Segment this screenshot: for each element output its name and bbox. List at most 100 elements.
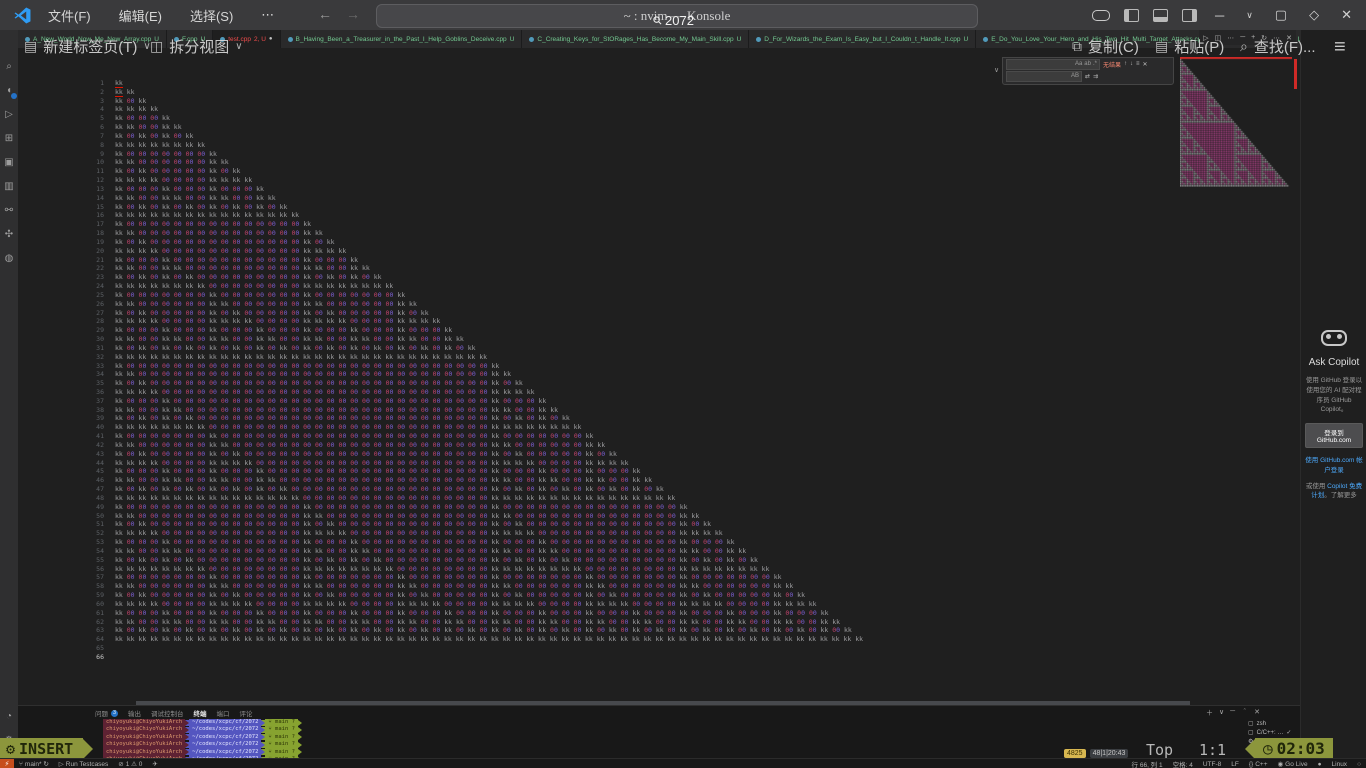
line-number: 34 <box>18 370 115 379</box>
statusbar-cursor-position[interactable]: 行 66, 列 1 <box>1127 759 1168 768</box>
statusbar-indentation[interactable]: 空格: 4 <box>1168 759 1198 768</box>
editor-tab-0[interactable]: A_New_World_Now_Me_New_Array.cppU <box>18 30 167 48</box>
copilot-signin-link[interactable]: 使用 GitHub.com 帐户登录 <box>1305 456 1363 476</box>
copilot-chat-icon[interactable]: ◖ <box>0 78 18 102</box>
code-line-58: 58kk kk 00 00 00 00 00 00 kk kk 00 00 00… <box>18 582 1300 591</box>
window-restore-button[interactable]: ▢ <box>1271 7 1291 23</box>
statusbar-text: main* ↻ <box>25 760 49 768</box>
statusbar-rocket[interactable]: ✈ <box>147 760 162 768</box>
editor-action-icon-4[interactable]: + <box>1251 34 1255 41</box>
terminal-list-item-0[interactable]: ▢zsh <box>1248 719 1294 728</box>
code-area[interactable]: 1kk2kk kk3kk 00 kk4kk kk kk kk5kk 00 00 … <box>18 79 1300 662</box>
remote-indicator[interactable]: ⚡ <box>0 759 14 768</box>
toggle-secondary-sidebar-icon[interactable] <box>1182 9 1197 22</box>
panel-action-icon-0[interactable]: ＋ <box>1206 708 1213 718</box>
run-debug-icon[interactable]: ▷ <box>0 102 18 126</box>
remote-explorer-icon[interactable]: ▣ <box>0 150 18 174</box>
editor-action-icon-2[interactable]: ⋯ <box>1227 34 1234 42</box>
editor-tab-5[interactable]: D_For_Wizards_the_Exam_Is_Easy_but_I_Cou… <box>749 30 976 48</box>
editor-action-icon-0[interactable]: ▷ <box>1203 34 1208 42</box>
panel-tab-终端[interactable]: 终端 <box>194 708 207 718</box>
editor-tab-3[interactable]: B_Having_Been_a_Treasurer_in_the_Past_I_… <box>281 30 523 48</box>
search-icon[interactable]: ⌕ <box>0 54 18 78</box>
find-in-selection-icon[interactable]: ≡ <box>1136 61 1140 67</box>
docker-icon[interactable]: ✣ <box>0 222 18 246</box>
editor-tab-6[interactable]: E_Do_You_Love_Your_Hero_and_His_Two_Hit_… <box>976 30 1221 48</box>
copilot-signin-button[interactable]: 登录到 GitHub.com <box>1305 423 1363 448</box>
nav-forward-button[interactable]: → <box>346 6 360 22</box>
panel-tab-评论[interactable]: 评论 <box>240 708 253 718</box>
panel-action-icon-4[interactable]: ✕ <box>1254 708 1260 718</box>
preserve-case-icon[interactable]: AB <box>1071 73 1079 79</box>
editor-action-icon-1[interactable]: ◫ <box>1215 34 1222 42</box>
window-close-button[interactable]: ✕ <box>1337 7 1356 23</box>
editor-action-icon-5[interactable]: ↻ <box>1261 34 1267 42</box>
statusbar-run-testcases[interactable]: ▷Run Testcases <box>54 760 114 768</box>
find-chevron-icon[interactable]: ∨ <box>994 66 999 74</box>
find-widget[interactable]: ∨ Aa ab .* 无结果 ↑ ↓ ≡ ✕ AB ⇄ ⇉ <box>1002 57 1174 85</box>
test-results-icon[interactable]: ▥ <box>0 174 18 198</box>
menu-item-3[interactable]: ⋯ <box>251 5 284 25</box>
code-line-16: 16kk kk kk kk kk kk kk kk kk kk kk kk kk… <box>18 211 1300 220</box>
panel-action-icon-3[interactable]: ＾ <box>1241 708 1248 718</box>
copilot-menu-icon[interactable] <box>1092 10 1110 21</box>
replace-input[interactable]: AB <box>1006 71 1082 82</box>
code-line-18: 18kk kk 00 00 00 00 00 00 00 00 00 00 00… <box>18 229 1300 238</box>
code-line-7: 7kk 00 kk 00 kk 00 kk <box>18 132 1300 141</box>
editor-tab-1[interactable]: F.cppU <box>167 30 213 48</box>
replace-all-icon[interactable]: ⇉ <box>1093 73 1098 80</box>
statusbar-encoding[interactable]: UTF-8 <box>1198 761 1226 768</box>
editor-action-icon-6[interactable]: ⋯ <box>1273 34 1280 42</box>
terminal-list-item-1[interactable]: ▢C/C++: …✓ <box>1248 728 1294 737</box>
panel-tab-端口[interactable]: 端口 <box>217 708 230 718</box>
statusbar-problems[interactable]: ⊘1 ⚠ 0 <box>113 760 147 768</box>
vscode-logo-icon <box>14 7 31 24</box>
statusbar-language-mode[interactable]: {}C++ <box>1244 761 1273 768</box>
menu-item-2[interactable]: 选择(S) <box>180 4 243 27</box>
statusbar-github-status[interactable]: ● <box>1313 761 1327 768</box>
tab-modified-dot[interactable]: ● <box>269 36 273 42</box>
editor-pane[interactable]: 1kk2kk kk3kk 00 kk4kk kk kk kk5kk 00 00 … <box>18 48 1300 705</box>
account-icon[interactable]: ◔ <box>0 704 18 728</box>
menu-item-0[interactable]: 文件(F) <box>38 4 101 27</box>
find-close-icon[interactable]: ✕ <box>1143 61 1148 68</box>
source-graph-icon[interactable]: ⚯ <box>0 198 18 222</box>
cpp-file-icon <box>220 37 225 42</box>
panel-action-icon-1[interactable]: ∨ <box>1219 708 1224 718</box>
statusbar-eol[interactable]: LF <box>1226 761 1244 768</box>
find-next-icon[interactable]: ↓ <box>1130 61 1133 67</box>
window-minimize-button[interactable]: ─ <box>1211 8 1228 23</box>
find-input[interactable]: Aa ab .* <box>1006 59 1100 70</box>
panel-tab-问题[interactable]: 问题3 <box>95 708 118 718</box>
match-case-icon[interactable]: Aa <box>1075 61 1082 67</box>
statusbar-git-branch[interactable]: ⑂main* ↻ <box>14 760 54 768</box>
panel-action-icon-2[interactable]: ─ <box>1230 708 1235 718</box>
statusbar-go-live[interactable]: ◉Go Live <box>1273 760 1313 768</box>
prompt-user-host: chiyoyuki@ChiyoYukiArch <box>103 734 185 741</box>
nvim-pill-0: 4825 <box>1064 749 1086 758</box>
extensions-icon[interactable]: ⊞ <box>0 126 18 150</box>
terminal-output[interactable]: chiyoyuki@ChiyoYukiArch~/codes/xcpc/cf/2… <box>95 719 302 763</box>
minimap[interactable] <box>1180 57 1292 187</box>
statusbar-notifications-bell[interactable]: ○ <box>1352 761 1366 768</box>
github-icon[interactable]: ◍ <box>0 246 18 270</box>
editor-action-icon-7[interactable]: ✕ <box>1286 34 1292 42</box>
problems-icon: ⊘ <box>118 760 123 768</box>
nav-back-button[interactable]: ← <box>318 6 332 22</box>
replace-one-icon[interactable]: ⇄ <box>1085 73 1090 80</box>
code-line-50: 50kk kk 00 00 00 00 00 00 00 00 00 00 00… <box>18 512 1300 521</box>
toggle-primary-sidebar-icon[interactable] <box>1124 9 1139 22</box>
regex-icon[interactable]: .* <box>1093 61 1097 67</box>
find-previous-icon[interactable]: ↑ <box>1124 61 1127 67</box>
statusbar-os[interactable]: Linux <box>1327 761 1353 768</box>
editor-action-icon-3[interactable]: ─ <box>1240 34 1245 41</box>
konsole-chevron-icon[interactable]: ∨ <box>1242 10 1257 21</box>
editor-tab-4[interactable]: C_Creating_Keys_for_StORages_Has_Become_… <box>522 30 749 48</box>
whole-word-icon[interactable]: ab <box>1084 61 1091 67</box>
panel-tab-输出[interactable]: 输出 <box>128 708 141 718</box>
panel-tab-调试控制台[interactable]: 调试控制台 <box>151 708 184 718</box>
toggle-panel-icon[interactable] <box>1153 9 1168 22</box>
menu-item-1[interactable]: 编辑(E) <box>109 4 172 27</box>
command-center[interactable]: ~ : nvim — Konsole 2072 <box>376 4 978 28</box>
editor-tab-2[interactable]: test.cpp2, U● <box>213 30 280 48</box>
